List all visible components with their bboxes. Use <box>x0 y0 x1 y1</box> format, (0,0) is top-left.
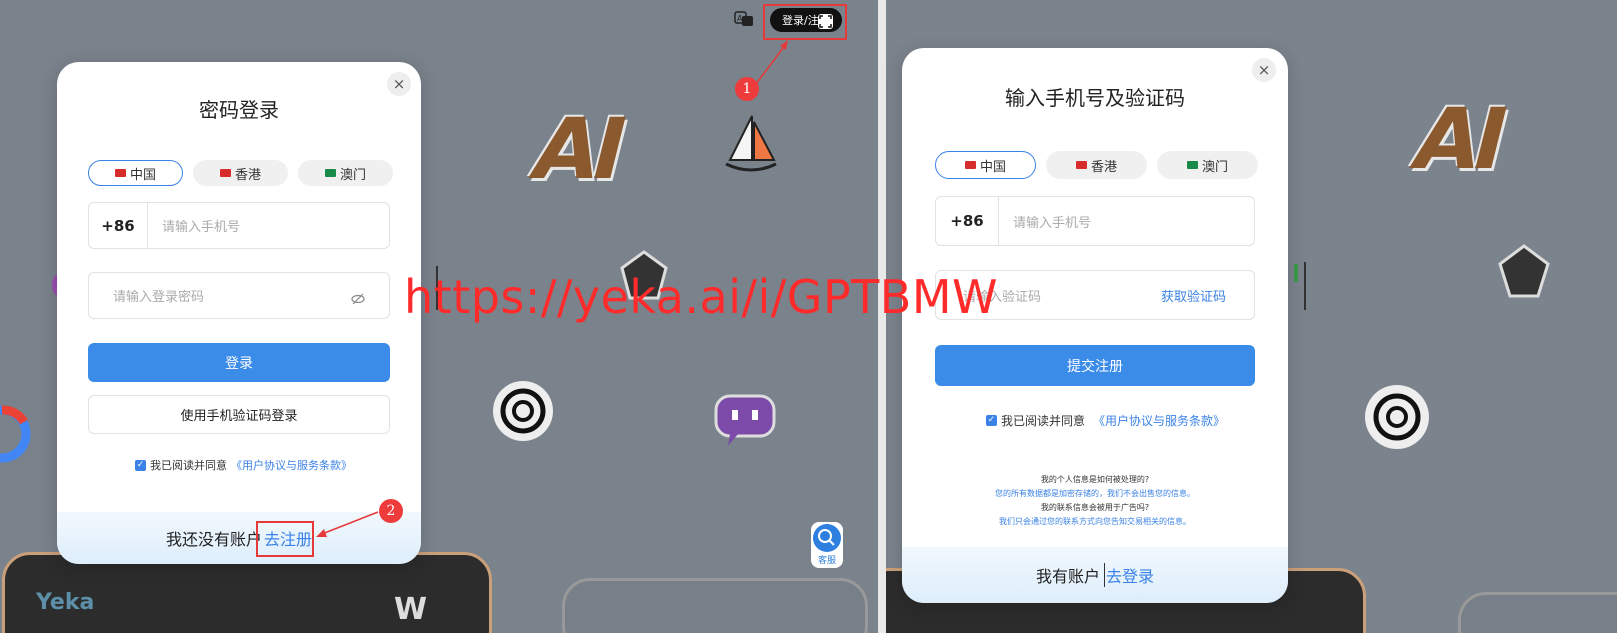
annotation-box-login <box>763 4 847 40</box>
phone-input[interactable]: +86 请输入手机号 <box>935 196 1255 246</box>
agree-text: 我已阅读并同意 <box>1001 414 1086 428</box>
modal-title: 输入手机号及验证码 <box>1005 86 1185 110</box>
country-code[interactable]: +86 <box>89 203 148 248</box>
bottom-search-card <box>1458 592 1617 633</box>
submit-register-button[interactable]: 提交注册 <box>935 345 1255 386</box>
bottom-search-card <box>562 578 868 633</box>
tab-macau[interactable]: 澳门 <box>1157 151 1258 179</box>
eye-off-icon[interactable] <box>351 290 365 304</box>
agree-checkbox[interactable]: ✓ <box>135 459 146 471</box>
password-login-modal: × 密码登录 中国 香港 澳门 +86 请输入手机号 请输入登录密码 登录 使用… <box>57 62 421 564</box>
region-tabs: 中国 香港 澳门 <box>88 160 393 186</box>
china-flag-icon <box>114 169 126 177</box>
tab-macau-label: 澳门 <box>1201 159 1228 175</box>
search-icon <box>813 524 841 552</box>
tab-china[interactable]: 中国 <box>935 151 1036 179</box>
tab-macau[interactable]: 澳门 <box>298 160 393 186</box>
terms-link[interactable]: 《用户协议与服务条款》 <box>231 457 352 473</box>
cursor-bar <box>1304 262 1306 310</box>
region-tabs: 中国 香港 澳门 <box>935 151 1258 179</box>
agree-text: 我已阅读并同意 <box>150 459 227 472</box>
customer-service-widget[interactable]: 客服 <box>811 522 843 568</box>
agreement-row: ✓ 我已阅读并同意 《用户协议与服务条款》 <box>986 412 1225 429</box>
hongkong-flag-icon <box>1075 161 1087 169</box>
close-button[interactable]: × <box>387 72 411 96</box>
tab-china-label: 中国 <box>979 159 1006 175</box>
password-placeholder: 请输入登录密码 <box>113 290 205 305</box>
phone-input[interactable]: +86 请输入手机号 <box>88 202 390 249</box>
ai-logo-sticker: AI <box>1403 90 1513 188</box>
login-button[interactable]: 登录 <box>88 343 390 382</box>
tab-hongkong[interactable]: 香港 <box>1046 151 1147 179</box>
tab-hongkong-label: 香港 <box>234 167 261 183</box>
translate-icon[interactable]: A <box>734 11 754 27</box>
phone-placeholder: 请输入手机号 <box>1013 215 1092 231</box>
sms-login-button[interactable]: 使用手机验证码登录 <box>88 395 390 434</box>
modal-title: 密码登录 <box>199 98 279 122</box>
country-code[interactable]: +86 <box>936 197 999 245</box>
faq-answer-1: 您的所有数据都是加密存储的，我们不会出售您的信息。 <box>995 489 1195 498</box>
annotation-arrow-1 <box>755 40 788 85</box>
faq-question-1: 我的个人信息是如何被处理的? <box>1040 475 1150 484</box>
agree-checkbox[interactable]: ✓ <box>986 415 997 426</box>
register-modal: × 输入手机号及验证码 中国 香港 澳门 +86 请输入手机号 请输入验证码 获… <box>902 48 1288 603</box>
tab-macau-label: 澳门 <box>339 167 366 183</box>
modal-footer: 我有账户 去登录 <box>902 547 1288 603</box>
green-stroke-deco <box>1294 264 1298 282</box>
macau-flag-icon <box>1186 161 1198 169</box>
tab-china-label: 中国 <box>129 167 156 183</box>
openai-sticker <box>1362 382 1432 456</box>
password-input[interactable]: 请输入登录密码 <box>88 272 390 319</box>
hongkong-flag-icon <box>219 169 231 177</box>
faq-question-2: 我的联系信息会被用于广告吗? <box>1040 503 1150 512</box>
tab-hongkong-label: 香港 <box>1090 159 1117 175</box>
agreement-row: ✓ 我已阅读并同意 《用户协议与服务条款》 <box>135 457 352 473</box>
annotation-badge-1: 1 <box>735 77 759 101</box>
login-link[interactable]: 去登录 <box>1104 563 1154 587</box>
faq-section: 我的个人信息是如何被处理的? 您的所有数据都是加密存储的，我们不会出售您的信息。… <box>902 473 1288 529</box>
macau-flag-icon <box>324 169 336 177</box>
chat-bot-sticker <box>712 390 778 452</box>
tab-hongkong[interactable]: 香港 <box>193 160 288 186</box>
phone-placeholder: 请输入手机号 <box>162 220 241 235</box>
footer-text: 我还没有账户 <box>165 530 262 549</box>
yeka-label: Yeka <box>36 590 95 615</box>
openai-sticker <box>490 378 556 448</box>
google-sticker <box>0 404 34 468</box>
annotation-box-register <box>256 521 314 557</box>
close-button[interactable]: × <box>1252 58 1276 82</box>
get-code-button[interactable]: 获取验证码 <box>1161 286 1226 305</box>
faq-answer-2: 我们只会通过您的联系方式向您告知交易相关的信息。 <box>999 517 1191 526</box>
sailboat-sticker <box>722 112 780 182</box>
ai-logo-sticker: AI <box>522 100 632 198</box>
w-letter-deco: W <box>394 592 428 627</box>
china-flag-icon <box>964 161 976 169</box>
dark-gem-sticker <box>1498 244 1550 304</box>
svg-text:A: A <box>737 14 743 23</box>
watermark-url: https://yeka.ai/i/GPTBMW <box>404 270 999 324</box>
terms-link[interactable]: 《用户协议与服务条款》 <box>1093 412 1225 429</box>
customer-service-label: 客服 <box>817 556 836 566</box>
tab-china[interactable]: 中国 <box>88 160 183 186</box>
annotation-arrow-2 <box>316 511 379 537</box>
footer-text: 我有账户 <box>1035 567 1100 586</box>
annotation-badge-2: 2 <box>379 499 403 523</box>
